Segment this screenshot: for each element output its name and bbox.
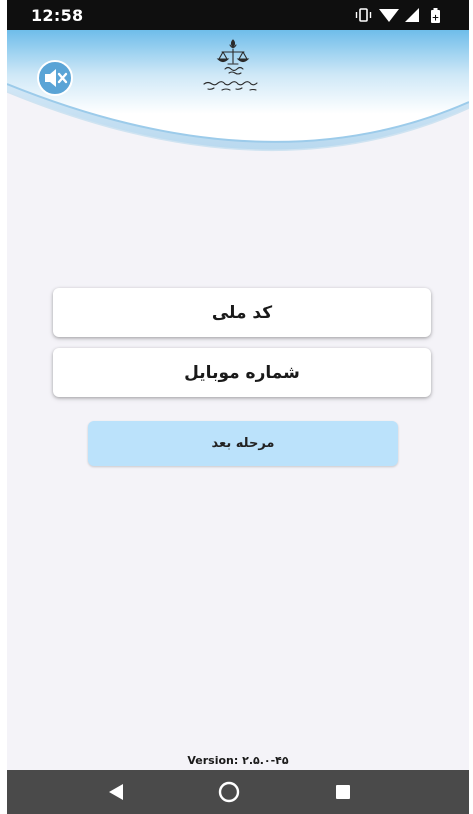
- next-step-button[interactable]: مرحله بعد: [88, 421, 398, 466]
- battery-icon: +: [431, 8, 440, 24]
- mobile-number-field[interactable]: [53, 348, 431, 397]
- recents-icon[interactable]: [313, 770, 373, 814]
- navigation-bar: [7, 770, 469, 814]
- svg-text:+: +: [432, 14, 440, 24]
- back-icon[interactable]: [85, 770, 145, 814]
- signal-icon: [405, 8, 419, 22]
- national-code-field[interactable]: [53, 288, 431, 337]
- judiciary-emblem-icon: [203, 39, 258, 91]
- home-icon[interactable]: [199, 770, 259, 814]
- status-icons: +: [355, 8, 440, 24]
- wifi-icon: [379, 9, 399, 22]
- status-bar: 12:58 +: [7, 0, 469, 30]
- vibrate-icon: [355, 8, 372, 22]
- version-label: Version: ۲.۵.۰-۴۵: [187, 754, 289, 767]
- status-time: 12:58: [31, 6, 84, 25]
- app-screen: 12:58 + کد ملی شماره موبایل مرحله بعد Ve…: [7, 0, 469, 814]
- sound-toggle-button[interactable]: [36, 59, 74, 97]
